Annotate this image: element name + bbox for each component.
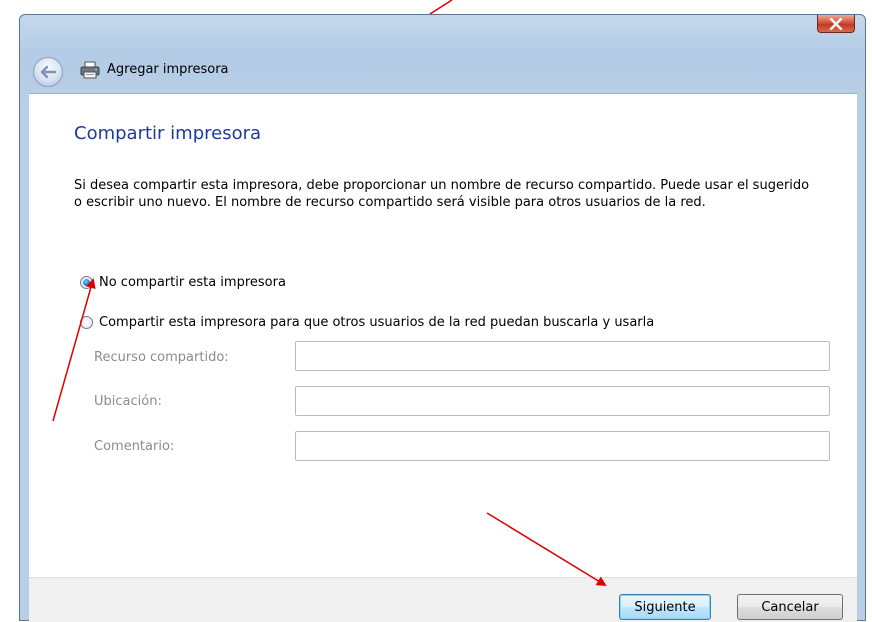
location-input[interactable]	[295, 386, 830, 416]
window-title: Agregar impresora	[107, 62, 229, 77]
no-share-radio[interactable]	[80, 276, 93, 289]
wizard-footer: Siguiente Cancelar	[29, 577, 857, 622]
wizard-content: Compartir impresora Si desea compartir e…	[29, 93, 857, 578]
back-arrow-icon	[40, 65, 57, 79]
share-option[interactable]: Compartir esta impresora para que otros …	[80, 315, 654, 330]
share-name-label: Recurso compartido:	[94, 350, 229, 365]
share-label: Compartir esta impresora para que otros …	[99, 315, 655, 330]
page-heading: Compartir impresora	[74, 123, 262, 144]
annotation-arrow-top	[429, 0, 453, 15]
add-printer-window: Agregar impresora Compartir impresora Si…	[19, 14, 866, 622]
cancel-button[interactable]: Cancelar	[737, 594, 843, 620]
close-button[interactable]	[817, 15, 855, 33]
back-button[interactable]	[33, 57, 63, 87]
comment-input[interactable]	[295, 431, 830, 461]
no-share-option[interactable]: No compartir esta impresora	[80, 275, 286, 290]
location-label: Ubicación:	[94, 394, 162, 409]
no-share-label: No compartir esta impresora	[99, 275, 286, 290]
printer-icon	[80, 61, 100, 79]
share-name-input[interactable]	[295, 341, 830, 371]
next-button[interactable]: Siguiente	[619, 594, 711, 620]
share-radio[interactable]	[80, 316, 93, 329]
page-description: Si desea compartir esta impresora, debe …	[74, 178, 810, 210]
close-icon	[829, 17, 843, 30]
comment-label: Comentario:	[94, 439, 175, 454]
